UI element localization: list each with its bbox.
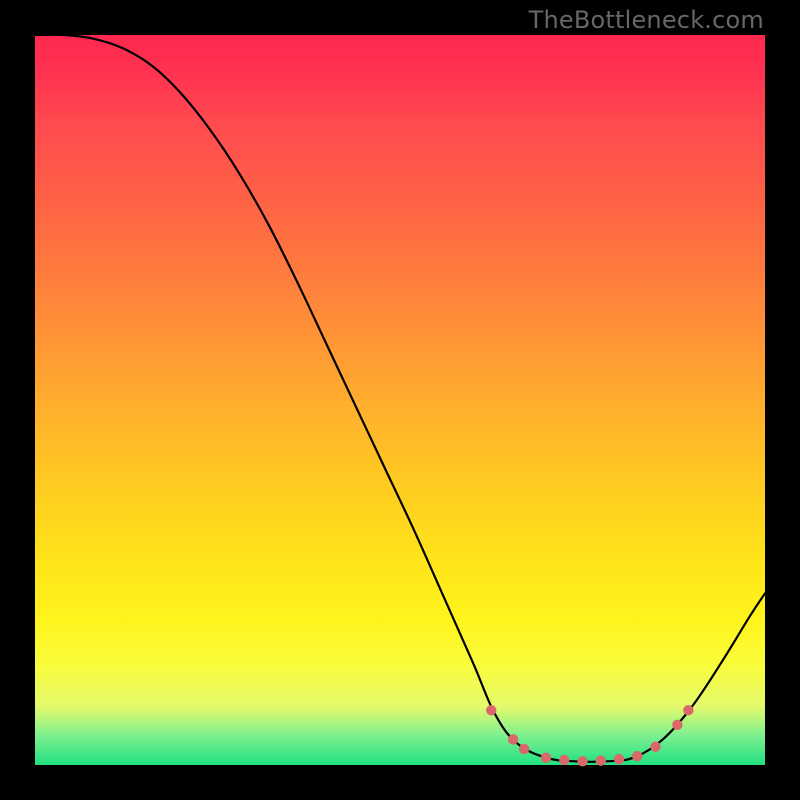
data-point (596, 755, 606, 765)
data-point (614, 754, 624, 764)
chart-svg (35, 35, 765, 765)
data-point (519, 744, 529, 754)
plot-area (35, 35, 765, 765)
data-point (577, 756, 587, 766)
watermark-text: TheBottleneck.com (529, 6, 764, 34)
data-markers (486, 705, 694, 767)
data-point (486, 705, 496, 715)
data-point (672, 720, 682, 730)
data-point (650, 742, 660, 752)
data-point (683, 705, 693, 715)
data-point (559, 755, 569, 765)
chart-canvas: TheBottleneck.com (0, 0, 800, 800)
bottleneck-curve (35, 35, 765, 762)
data-point (632, 751, 642, 761)
data-point (541, 753, 551, 763)
data-point (508, 734, 518, 744)
